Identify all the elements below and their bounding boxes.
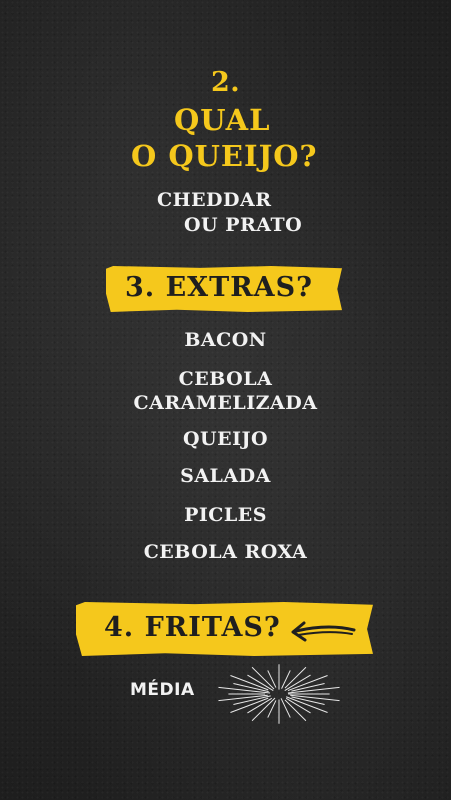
extra-item-queijo: QUEIJO — [182, 428, 269, 450]
sunburst-icon — [218, 664, 340, 724]
question-2-answer-line2: OU PRATO — [184, 214, 303, 236]
extra-item-cebola: CEBOLA — [178, 368, 273, 390]
question-2-title-line1: QUAL — [174, 103, 271, 137]
sunburst-ray — [267, 670, 277, 688]
extra-item-bacon: BACON — [184, 329, 267, 351]
sunburst-ray — [251, 666, 275, 690]
question-4-title: 4. FRITAS? — [104, 612, 281, 643]
sunburst-ray — [281, 670, 291, 689]
sunburst-ray — [267, 700, 277, 718]
arrow-left-icon — [291, 621, 356, 642]
sunburst-ray — [247, 674, 274, 691]
question-3-title: 3. EXTRAS? — [125, 272, 313, 303]
extra-item-caramelizada: CARAMELIZADA — [133, 392, 318, 414]
question-2-number: 2. — [211, 67, 241, 98]
question-4-answer: MÉDIA — [130, 680, 195, 700]
question-2-answer-line1: CHEDDAR — [157, 189, 272, 211]
extra-item-salada: SALADA — [180, 465, 271, 487]
extra-item-picles: PICLES — [184, 504, 267, 526]
sunburst-ray — [287, 675, 328, 692]
sunburst-ray — [284, 674, 311, 691]
question-2-title-line2: O QUEIJO? — [131, 139, 318, 173]
extra-item-cebola-roxa: CEBOLA ROXA — [143, 541, 308, 563]
